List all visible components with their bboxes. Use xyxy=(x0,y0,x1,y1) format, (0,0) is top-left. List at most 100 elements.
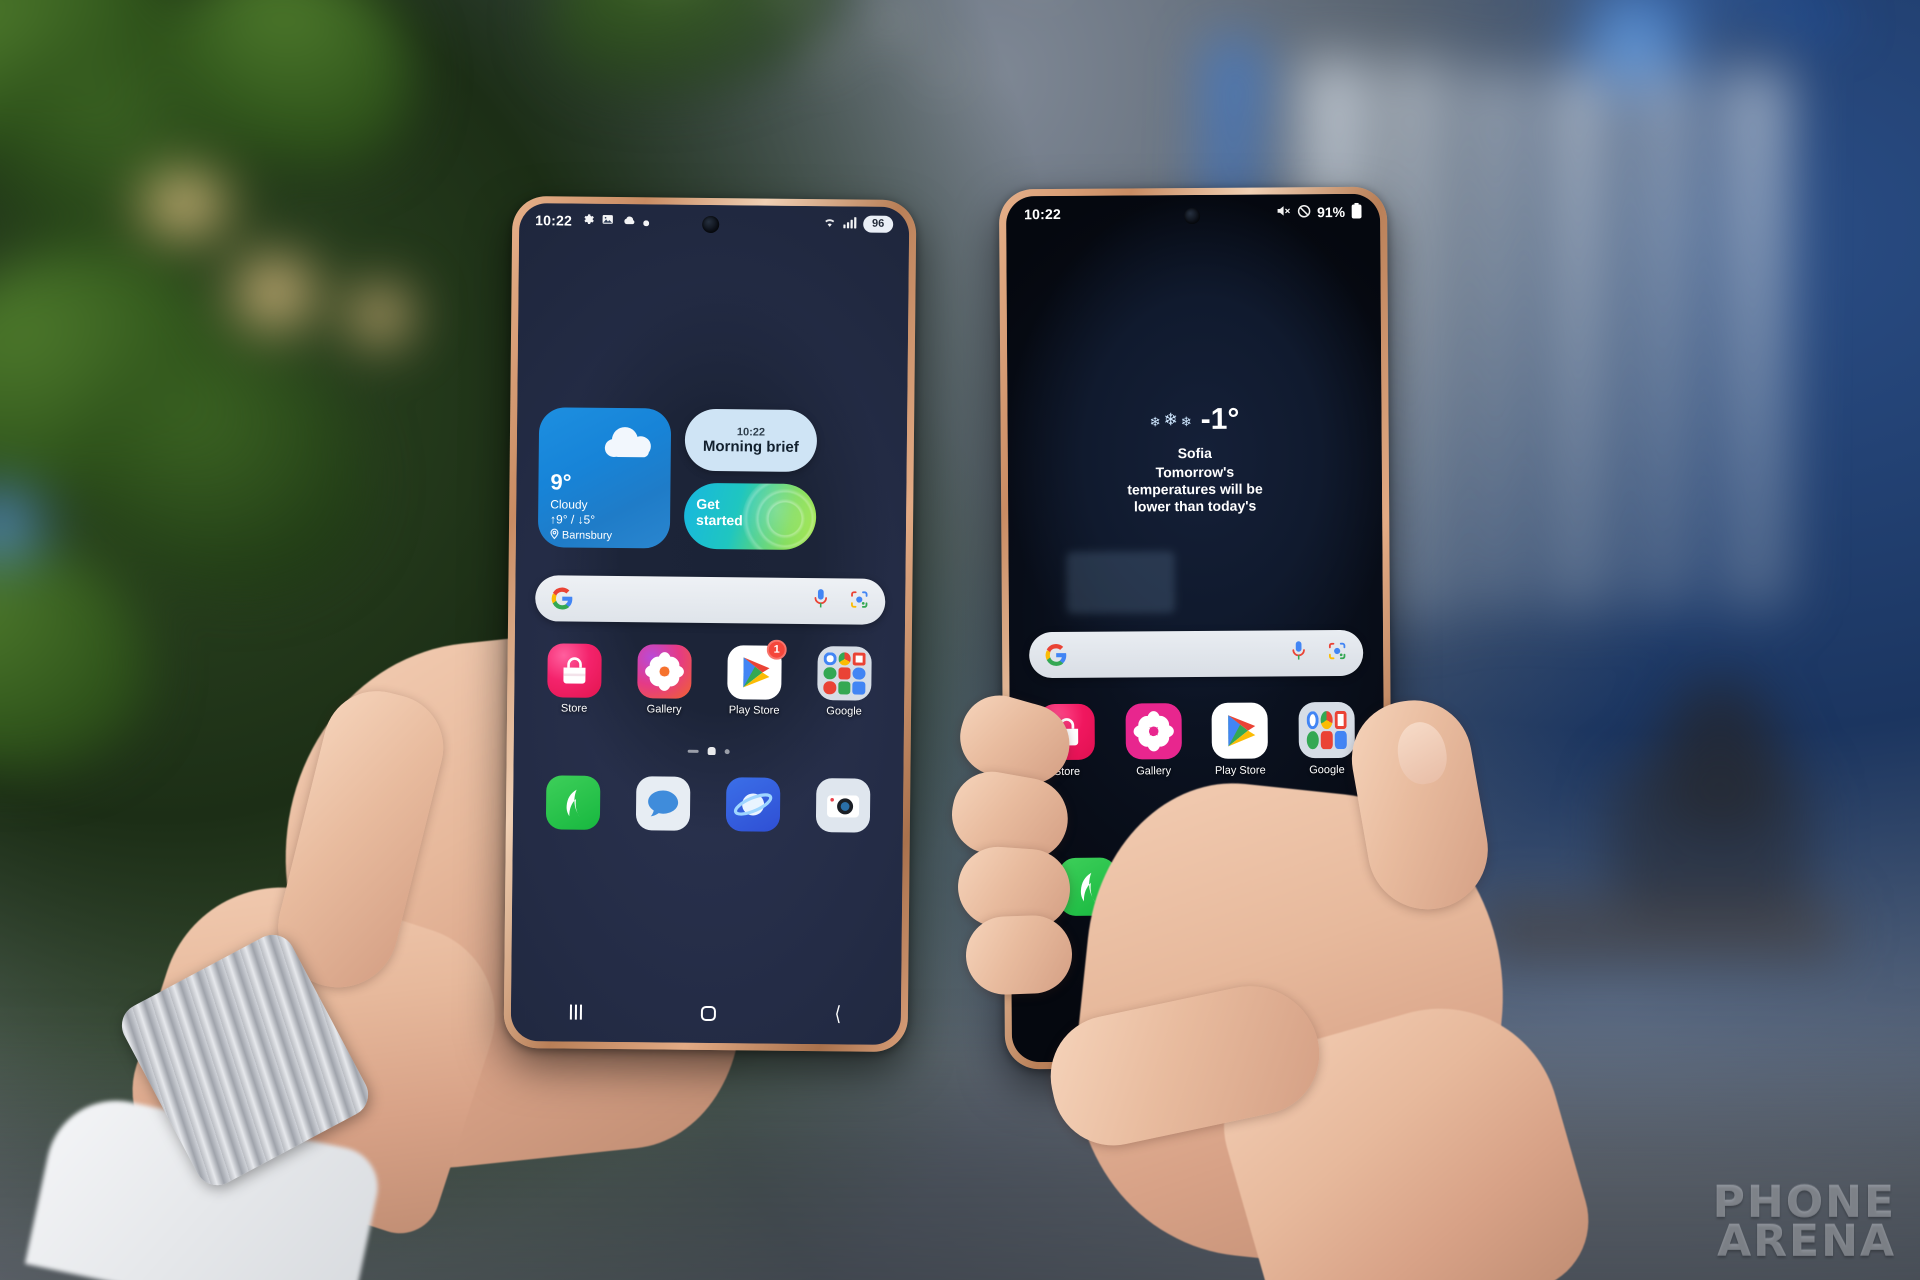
mic-icon[interactable] xyxy=(812,588,829,614)
folder-app-gmail xyxy=(853,652,866,666)
app-label: Gallery xyxy=(1136,765,1172,778)
app-play-store[interactable]: 1 Play Store xyxy=(716,639,793,717)
lens-icon[interactable] xyxy=(849,589,869,614)
app-gallery[interactable]: Gallery xyxy=(1116,703,1191,778)
gallery-icon[interactable] xyxy=(1125,703,1182,760)
bokeh-light xyxy=(220,250,330,335)
left-google-search-bar[interactable] xyxy=(535,575,886,625)
bokeh-light xyxy=(120,170,250,240)
play-store-icon[interactable]: 1 xyxy=(727,639,787,700)
bokeh-light xyxy=(932,60,950,78)
folder-app-meet xyxy=(852,681,865,695)
dock-internet[interactable] xyxy=(715,777,792,832)
finger xyxy=(964,914,1074,996)
weather-city: Sofia xyxy=(1177,444,1212,462)
left-nav-bar: ⟨ xyxy=(511,991,901,1035)
left-phone-screen[interactable]: 10:22 96 9° Cloudy ↑9° / ↓5° Barnsbury 1… xyxy=(510,202,910,1046)
weather-location-label: Barnsbury xyxy=(561,529,613,542)
folder-app-gmail xyxy=(1334,710,1347,729)
home-icon[interactable] xyxy=(700,1005,716,1021)
bokeh-light xyxy=(816,40,838,62)
left-phone[interactable]: 10:22 96 9° Cloudy ↑9° / ↓5° Barnsbury 1… xyxy=(503,195,917,1053)
app-label: Google xyxy=(1309,763,1345,777)
app-store[interactable]: Store xyxy=(536,643,613,715)
swirl-graphic xyxy=(741,482,817,551)
dock-phone[interactable] xyxy=(535,775,612,830)
folder-app-maps xyxy=(823,667,837,680)
page-dot-1[interactable] xyxy=(724,748,730,754)
wifi-icon xyxy=(822,215,837,231)
front-camera-punch-hole xyxy=(702,215,720,234)
morning-brief-widget[interactable]: 10:22 Morning brief xyxy=(684,408,818,473)
app-label: Store xyxy=(560,702,588,715)
wall-panel xyxy=(1386,60,1450,620)
google-g-icon xyxy=(1045,643,1067,666)
get-started-label: Get started xyxy=(696,495,743,529)
get-started-widget[interactable]: Get started xyxy=(683,482,817,551)
gear-icon xyxy=(581,213,594,229)
lens-icon[interactable] xyxy=(1327,640,1347,665)
bench xyxy=(1480,900,1840,960)
photo-icon xyxy=(601,213,614,229)
page-dot-widgets[interactable] xyxy=(687,749,699,753)
dock-camera[interactable] xyxy=(805,778,882,833)
front-camera-punch-hole xyxy=(1184,207,1201,225)
left-page-indicator[interactable] xyxy=(514,743,904,759)
weather-headline: ❄ ❄ ❄ -1° xyxy=(1007,402,1381,439)
battery-icon xyxy=(1351,202,1362,221)
battery-percent: 91% xyxy=(1317,203,1346,221)
left-weather-widget[interactable]: 9° Cloudy ↑9° / ↓5° Barnsbury xyxy=(537,407,672,549)
morning-brief-label: Morning brief xyxy=(702,437,799,456)
snow-icon: ❄ ❄ ❄ xyxy=(1149,410,1193,430)
dock-messages[interactable] xyxy=(625,776,702,831)
folder-app-grid xyxy=(823,652,866,695)
play-store-icon[interactable] xyxy=(1211,702,1269,759)
folder-app-youtube xyxy=(1320,731,1333,750)
weather-location: Barnsbury xyxy=(550,528,612,543)
wall-panel xyxy=(1720,70,1790,610)
left-dock xyxy=(535,775,882,833)
get-started-line1: Get xyxy=(696,495,720,513)
plant-leaf xyxy=(522,0,858,120)
messages-icon[interactable] xyxy=(635,776,691,831)
store-icon[interactable] xyxy=(547,643,602,698)
dnd-icon xyxy=(1297,204,1311,221)
back-icon[interactable]: ⟨ xyxy=(834,1003,841,1025)
folder-app-youtube xyxy=(838,667,851,680)
weather-message-line3: lower than today's xyxy=(1133,497,1257,515)
recents-icon[interactable] xyxy=(570,1004,583,1020)
camera-icon[interactable] xyxy=(815,778,871,833)
bokeh-light xyxy=(878,6,906,34)
phone-icon[interactable] xyxy=(545,775,601,830)
right-app-row: Store Gallery Play Store Google xyxy=(1030,701,1365,778)
right-weather-widget[interactable]: ❄ ❄ ❄ -1° Sofia Tomorrow's temperatures wi… xyxy=(1007,402,1382,517)
app-google-folder[interactable]: Google xyxy=(806,646,883,718)
wall-panel xyxy=(1468,70,1526,610)
weather-high-low: ↑9° / ↓5° xyxy=(550,512,596,527)
folder-app-meet xyxy=(1335,731,1347,750)
wall-panel xyxy=(1634,70,1696,610)
weather-condition: Cloudy xyxy=(550,497,588,512)
dot-icon xyxy=(643,213,650,229)
page-dot-home[interactable] xyxy=(707,746,716,756)
left-status-time: 10:22 xyxy=(535,212,573,229)
watermark: PHONE ARENA xyxy=(1713,1181,1896,1264)
app-gallery[interactable]: Gallery xyxy=(626,644,703,716)
app-play-store[interactable]: Play Store xyxy=(1203,702,1278,777)
wall-panel xyxy=(1546,70,1612,610)
app-label: Play Store xyxy=(1214,764,1266,777)
google-folder-icon[interactable] xyxy=(1298,701,1355,759)
folder-app-google xyxy=(1306,711,1319,730)
google-folder-icon[interactable] xyxy=(817,646,872,701)
folder-app-chrome xyxy=(838,652,851,665)
mic-icon[interactable] xyxy=(1290,640,1307,666)
internet-icon[interactable] xyxy=(725,777,781,832)
folder-app-drive xyxy=(852,667,866,680)
gallery-icon[interactable] xyxy=(637,644,692,699)
right-google-search-bar[interactable] xyxy=(1029,629,1364,679)
signal-icon xyxy=(843,215,857,231)
photo-scene: 10:22 96 9° Cloudy ↑9° / ↓5° Barnsbury 1… xyxy=(0,0,1920,1280)
left-app-row: Store Gallery 1 Play Store Google xyxy=(536,639,883,718)
google-g-icon xyxy=(551,587,573,610)
cloud-icon xyxy=(601,422,661,470)
